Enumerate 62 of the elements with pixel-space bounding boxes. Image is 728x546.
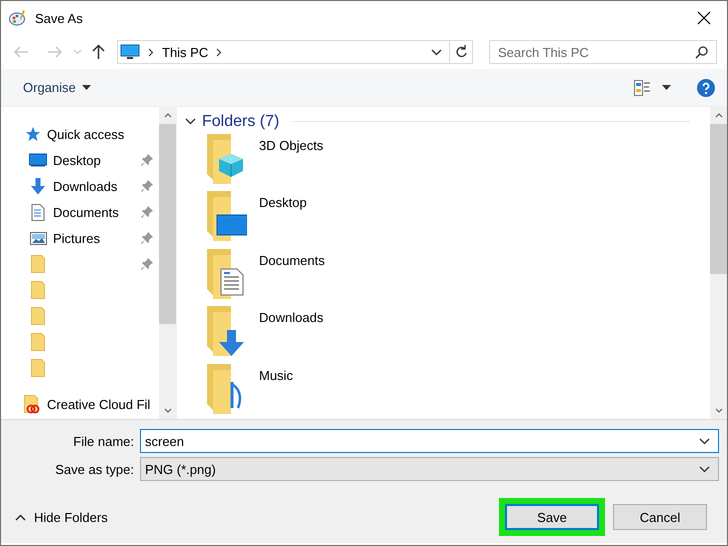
folder-name[interactable]: Music: [259, 368, 293, 383]
group-heading[interactable]: Folders (7): [202, 112, 280, 131]
pin-icon[interactable]: [141, 180, 153, 192]
scrollbar[interactable]: [159, 107, 176, 419]
star-icon: [24, 126, 40, 142]
chevron-up-icon: [15, 514, 26, 520]
file-name-field[interactable]: screen: [140, 429, 719, 453]
caret-icon: [662, 84, 671, 90]
chevron-down-icon[interactable]: [699, 438, 710, 445]
folder-name[interactable]: Desktop: [259, 195, 307, 210]
chevron-down-icon[interactable]: [430, 48, 442, 56]
pin-icon[interactable]: [141, 258, 153, 270]
chevron-up-icon[interactable]: [714, 113, 722, 118]
monitor-icon: [29, 153, 47, 167]
document-icon: [31, 204, 45, 220]
hide-folders-toggle[interactable]: Hide Folders: [15, 510, 108, 524]
folder-icon: [31, 255, 45, 273]
computer-icon: [120, 44, 140, 60]
picture-icon: [30, 232, 46, 244]
nav-item[interactable]: Quick access: [47, 126, 124, 142]
folder-icon: [24, 394, 40, 414]
pin-icon[interactable]: [141, 154, 153, 166]
chevron-up-icon[interactable]: [164, 113, 172, 118]
search-field[interactable]: Search This PC: [489, 40, 717, 64]
address-bar[interactable]: This PC: [117, 40, 473, 64]
folder-name[interactable]: Downloads: [259, 310, 324, 326]
folder-icon: [31, 281, 45, 299]
help-icon[interactable]: [697, 78, 715, 96]
scrollbar[interactable]: [710, 107, 727, 419]
nav-item[interactable]: Creative Cloud Fil: [47, 396, 150, 412]
chevron-down-icon[interactable]: [185, 118, 196, 126]
field-label: Save as type:: [54, 462, 134, 476]
folder-name[interactable]: Documents: [259, 252, 325, 268]
organise-menu[interactable]: Organise: [15, 76, 99, 99]
nav-item[interactable]: Desktop: [53, 152, 101, 168]
file-type-dropdown[interactable]: PNG (*.png): [140, 457, 719, 481]
up-arrow-icon[interactable]: [92, 44, 105, 60]
caret-icon: [82, 84, 91, 90]
window-title: Save As: [35, 10, 84, 26]
view-options-icon[interactable]: [634, 80, 650, 96]
folder-name[interactable]: 3D Objects: [259, 138, 324, 154]
folder-icon: [31, 307, 45, 325]
search-icon[interactable]: [695, 46, 708, 59]
down-arrow-icon: [30, 178, 46, 194]
chevron-down-icon[interactable]: [164, 408, 172, 413]
pin-icon[interactable]: [141, 232, 153, 244]
chevron-right-icon[interactable]: [148, 48, 154, 56]
chevron-right-icon[interactable]: [216, 48, 222, 56]
nav-item[interactable]: Documents: [53, 204, 119, 220]
field-label: File name:: [72, 434, 134, 448]
nav-item[interactable]: Pictures: [53, 230, 100, 246]
chevron-down-icon[interactable]: [714, 408, 722, 413]
nav-item[interactable]: Downloads: [53, 178, 118, 194]
folder-icon: [31, 359, 45, 377]
palette-icon: [9, 10, 27, 26]
chevron-down-icon[interactable]: [699, 466, 710, 472]
folder-with-down-arrow-icon: [205, 304, 247, 356]
dialog-button[interactable]: Cancel: [613, 504, 707, 530]
folder-icon: [31, 333, 45, 351]
folder-with-monitor-icon: [205, 189, 247, 242]
pin-icon[interactable]: [141, 206, 153, 218]
address-path[interactable]: This PC: [162, 44, 208, 60]
